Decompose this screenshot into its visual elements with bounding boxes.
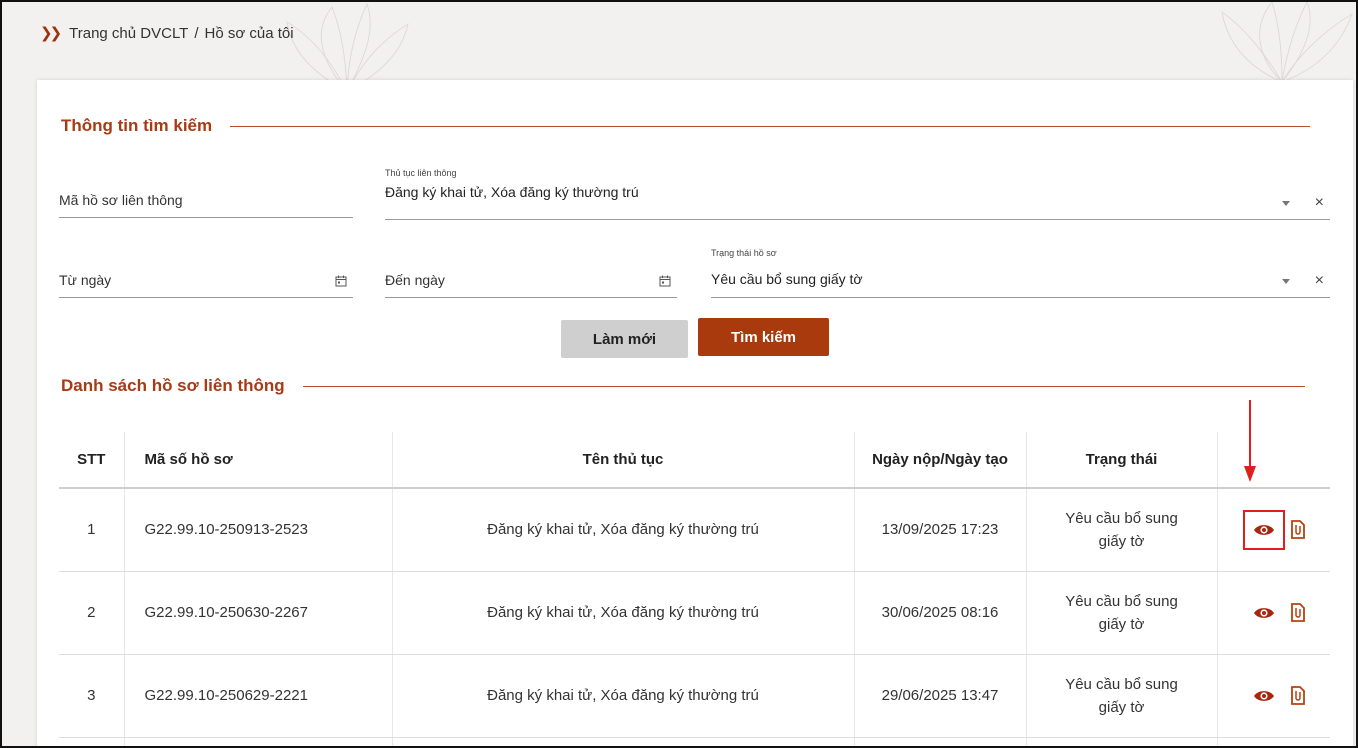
col-header-stt: STT xyxy=(59,432,124,489)
den-ngay-placeholder: Đến ngày xyxy=(385,272,445,288)
cell-trang-thai: Yêu cầu bổ sung giấy tờ xyxy=(1025,488,1217,572)
table-header-row: STT Mã số hồ sơ Tên thủ tục Ngày nộp/Ngà… xyxy=(59,432,1330,489)
cell-trang-thai: Yêu cầu bổ sung giấy tờ xyxy=(1025,571,1217,655)
cell-empty xyxy=(59,737,124,746)
col-header-ma: Mã số hồ sơ xyxy=(123,432,392,489)
cell-ngay: 30/06/2025 08:16 xyxy=(853,571,1026,655)
table-row: 2 G22.99.10-250630-2267 Đăng ký khai tử,… xyxy=(59,571,1331,655)
search-section-title: Thông tin tìm kiếm xyxy=(61,116,1311,136)
cell-ten: Đăng ký khai tử, Xóa đăng ký thường trú xyxy=(391,654,854,738)
ho-so-table: STT Mã số hồ sơ Tên thủ tục Ngày nộp/Ngà… xyxy=(59,432,1331,746)
breadcrumb: ❯❯ Trang chủ DVCLT / Hồ sơ của tôi xyxy=(40,24,294,43)
clear-icon[interactable]: × xyxy=(1315,195,1324,211)
thu-tuc-select[interactable]: Thủ tục liên thông Đăng ký khai tử, Xóa … xyxy=(385,168,1330,220)
document-clip-icon[interactable] xyxy=(1290,686,1305,705)
cell-empty xyxy=(853,737,1026,746)
main-card: Thông tin tìm kiếm Mã hồ sơ liên thông T… xyxy=(37,80,1353,746)
cell-empty xyxy=(1025,737,1217,746)
tu-ngay-placeholder: Từ ngày xyxy=(59,272,112,288)
eye-icon xyxy=(1253,690,1274,701)
document-clip-icon[interactable] xyxy=(1290,520,1305,540)
decorative-flower-right xyxy=(1221,2,1353,82)
tu-ngay-field[interactable]: Từ ngày xyxy=(59,250,353,298)
list-section-title-text: Danh sách hồ sơ liên thông xyxy=(61,376,285,395)
reset-button[interactable]: Làm mới xyxy=(561,320,688,358)
thu-tuc-value: Đăng ký khai tử, Xóa đăng ký thường trú xyxy=(385,184,639,200)
clear-icon[interactable]: × xyxy=(1315,273,1324,289)
cell-ngay: 13/09/2025 17:23 xyxy=(853,488,1026,572)
status-line-2: giấy tờ xyxy=(1098,615,1145,633)
cell-trang-thai: Yêu cầu bổ sung giấy tờ xyxy=(1025,654,1217,738)
status-line-2: giấy tờ xyxy=(1098,698,1145,716)
view-button[interactable] xyxy=(1243,676,1285,716)
double-chevron-right-icon: ❯❯ xyxy=(40,25,62,42)
ma-ho-so-placeholder: Mã hồ sơ liên thông xyxy=(59,192,183,208)
section-divider xyxy=(230,125,1311,127)
breadcrumb-separator: / xyxy=(194,24,199,42)
cell-ten: Đăng ký khai tử, Xóa đăng ký thường trú xyxy=(391,571,854,655)
calendar-icon[interactable] xyxy=(335,275,347,287)
cell-empty xyxy=(1216,737,1330,746)
breadcrumb-current: Hồ sơ của tôi xyxy=(204,24,294,42)
row-actions xyxy=(1218,593,1331,633)
eye-icon xyxy=(1253,524,1274,535)
decorative-flower-left xyxy=(286,2,409,92)
trang-thai-select[interactable]: Trạng thái hồ sơ Yêu cầu bổ sung giấy tờ… xyxy=(711,248,1330,298)
row-actions xyxy=(1218,676,1331,716)
ma-ho-so-field[interactable]: Mã hồ sơ liên thông xyxy=(59,170,353,218)
annotation-arrow-icon xyxy=(1244,400,1256,482)
table-row: 3 G22.99.10-250629-2221 Đăng ký khai tử,… xyxy=(59,654,1331,738)
status-line-1: Yêu cầu bổ sung xyxy=(1065,592,1178,610)
col-header-trang-thai: Trạng thái xyxy=(1025,432,1217,489)
cell-actions xyxy=(1216,654,1331,738)
calendar-icon[interactable] xyxy=(659,275,671,287)
view-button[interactable] xyxy=(1243,593,1285,633)
table-row: 1 G22.99.10-250913-2523 Đăng ký khai tử,… xyxy=(59,488,1331,572)
page-frame: ❯❯ Trang chủ DVCLT / Hồ sơ của tôi Thông… xyxy=(0,0,1358,748)
eye-icon xyxy=(1253,607,1274,618)
section-divider xyxy=(302,385,1305,387)
cell-actions xyxy=(1216,571,1331,655)
dropdown-arrow-icon[interactable] xyxy=(1282,201,1290,206)
status-line-2: giấy tờ xyxy=(1098,532,1145,550)
cell-ngay: 29/06/2025 13:47 xyxy=(853,654,1026,738)
status-line-1: Yêu cầu bổ sung xyxy=(1065,675,1178,693)
trang-thai-value: Yêu cầu bổ sung giấy tờ xyxy=(711,271,863,287)
cell-actions xyxy=(1216,488,1331,572)
thu-tuc-label: Thủ tục liên thông xyxy=(385,168,457,178)
cell-stt: 1 xyxy=(59,488,124,572)
cell-ma: G22.99.10-250629-2221 xyxy=(123,654,392,738)
cell-ten: Đăng ký khai tử, Xóa đăng ký thường trú xyxy=(391,488,854,572)
breadcrumb-home-link[interactable]: Trang chủ DVCLT xyxy=(69,25,188,42)
cell-stt: 3 xyxy=(59,654,124,738)
cell-ma: G22.99.10-250630-2267 xyxy=(123,571,392,655)
cell-empty xyxy=(391,737,854,746)
den-ngay-field[interactable]: Đến ngày xyxy=(385,250,677,298)
search-button[interactable]: Tìm kiếm xyxy=(698,318,829,356)
col-header-ten: Tên thủ tục xyxy=(391,432,854,489)
document-clip-icon[interactable] xyxy=(1290,603,1305,622)
cell-ma: G22.99.10-250913-2523 xyxy=(123,488,392,572)
col-header-ngay: Ngày nộp/Ngày tạo xyxy=(853,432,1026,489)
table-row-partial xyxy=(59,737,1330,746)
cell-stt: 2 xyxy=(59,571,124,655)
row-actions xyxy=(1218,509,1331,550)
cell-empty xyxy=(123,737,392,746)
trang-thai-label: Trạng thái hồ sơ xyxy=(711,248,777,258)
status-line-1: Yêu cầu bổ sung xyxy=(1065,509,1178,527)
search-section-title-text: Thông tin tìm kiếm xyxy=(61,116,213,135)
view-button[interactable] xyxy=(1242,509,1285,550)
col-header-actions xyxy=(1216,432,1330,489)
list-section-title: Danh sách hồ sơ liên thông xyxy=(61,376,1305,396)
dropdown-arrow-icon[interactable] xyxy=(1282,279,1290,284)
